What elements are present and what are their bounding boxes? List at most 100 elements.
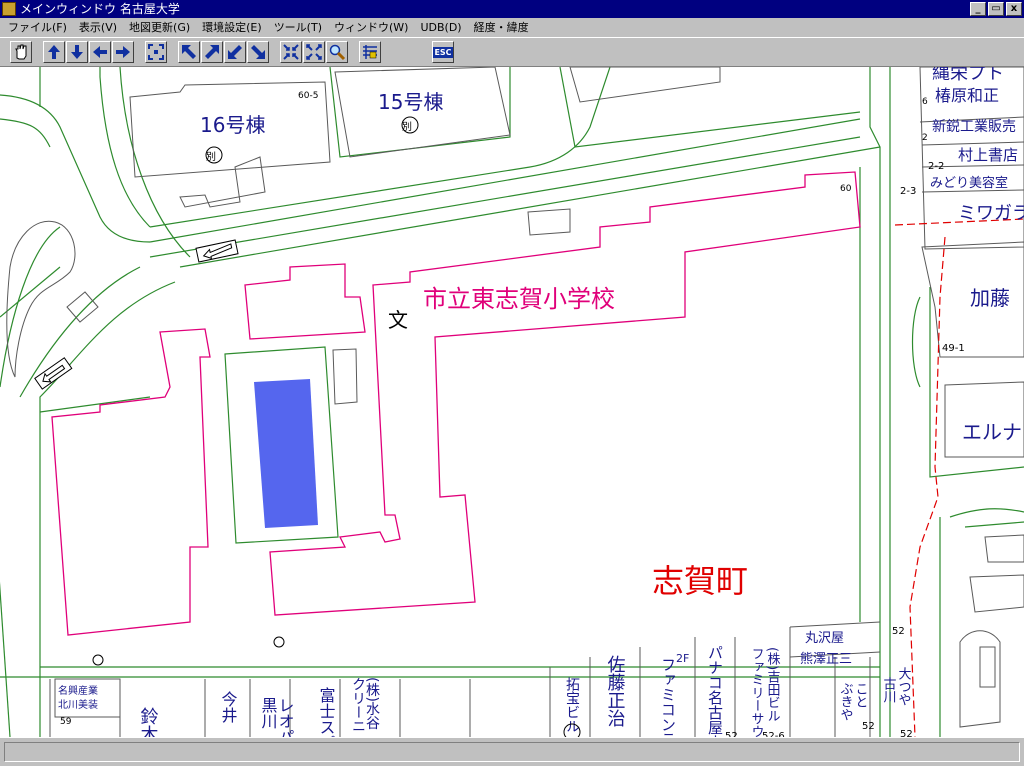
center-button[interactable] bbox=[145, 41, 167, 63]
bun-symbol-label: 文 bbox=[388, 308, 408, 332]
num-60-label: 60 bbox=[840, 184, 852, 194]
zoom-out-icon bbox=[283, 44, 299, 60]
arrow-left-icon bbox=[93, 46, 107, 58]
window-title: メインウィンドウ 名古屋大学 bbox=[20, 2, 180, 16]
num-2-3-label: 2-3 bbox=[900, 186, 916, 197]
arrow-up-right-icon bbox=[205, 45, 219, 59]
b14-label: (株)吉田ビル bbox=[765, 647, 781, 722]
menu-view[interactable]: 表示(V) bbox=[73, 18, 123, 37]
num-52c-label: 52 bbox=[900, 729, 913, 737]
district-label: 志賀町 bbox=[652, 562, 748, 600]
b15-label: ファミリーサウンド bbox=[749, 647, 764, 737]
menu-lonlat[interactable]: 経度・緯度 bbox=[468, 18, 535, 37]
zoom-in-icon bbox=[306, 44, 322, 60]
num-59-label: 59 bbox=[60, 717, 72, 727]
b8-label: (株)水谷 bbox=[364, 677, 380, 730]
b9-label: クリーニ bbox=[350, 677, 366, 733]
map-canvas[interactable]: 16号棟 別 15号棟 別 60-5 市立東志賀小学校 文 60 志賀町 縄栄プ… bbox=[0, 67, 1024, 737]
pan-up-left-button[interactable] bbox=[178, 41, 200, 63]
title-bar: メインウィンドウ 名古屋大学 _ ▭ x bbox=[0, 0, 1024, 18]
minimize-button[interactable]: _ bbox=[970, 2, 986, 16]
zoom-out-button[interactable] bbox=[280, 41, 302, 63]
map-view[interactable]: 16号棟 別 15号棟 別 60-5 市立東志賀小学校 文 60 志賀町 縄栄プ… bbox=[0, 67, 1024, 737]
pan-left-button[interactable] bbox=[89, 41, 111, 63]
pan-right-button[interactable] bbox=[112, 41, 134, 63]
menu-tools[interactable]: ツール(T) bbox=[268, 18, 328, 37]
shop-5-label: みどり美容室 bbox=[930, 175, 1008, 191]
status-bar bbox=[0, 737, 1024, 766]
num-60-5-label: 60-5 bbox=[298, 91, 318, 101]
pan-up-button[interactable] bbox=[43, 41, 65, 63]
hand-tool-button[interactable] bbox=[10, 41, 32, 63]
shop-2-label: 椿原和正 bbox=[935, 86, 999, 105]
shop-3-label: 新鋭工業販売 bbox=[932, 119, 1016, 135]
num-2f-label: 2F bbox=[676, 652, 689, 665]
school-name-label: 市立東志賀小学校 bbox=[423, 285, 615, 313]
status-panel bbox=[4, 742, 1020, 762]
arrow-down-right-icon bbox=[251, 45, 265, 59]
shop-6-label: ミワガラ bbox=[958, 203, 1024, 224]
arrow-up-left-icon bbox=[182, 45, 196, 59]
app-icon bbox=[2, 2, 16, 16]
betsu-2-label: 別 bbox=[402, 121, 412, 133]
toolbar: ESC bbox=[0, 37, 1024, 67]
center-icon bbox=[148, 44, 164, 60]
escape-button[interactable]: ESC bbox=[432, 41, 454, 63]
window-controls: _ ▭ x bbox=[970, 2, 1022, 16]
menu-file[interactable]: ファイル(F) bbox=[2, 18, 73, 37]
search-button[interactable] bbox=[326, 41, 348, 63]
hand-icon bbox=[15, 44, 27, 60]
b13-label: パナコ名古屋本店 bbox=[706, 645, 724, 737]
road-lines bbox=[0, 67, 1024, 737]
building16-label: 16号棟 bbox=[200, 113, 265, 137]
pan-down-button[interactable] bbox=[66, 41, 88, 63]
shop-7-label: 加藤 bbox=[970, 286, 1010, 310]
main-window: メインウィンドウ 名古屋大学 _ ▭ x ファイル(F) 表示(V) 地図更新(… bbox=[0, 0, 1024, 766]
betsu-1-label: 別 bbox=[206, 151, 216, 163]
menu-settings[interactable]: 環境設定(E) bbox=[196, 18, 268, 37]
map-markers bbox=[92, 636, 285, 666]
map-labels: 16号棟 別 15号棟 別 60-5 市立東志賀小学校 文 60 志賀町 縄栄プ… bbox=[58, 67, 1024, 737]
arrow-down-icon bbox=[71, 45, 83, 59]
esc-icon: ESC bbox=[433, 46, 453, 58]
num-49-1-label: 49-1 bbox=[942, 343, 965, 354]
close-button[interactable]: x bbox=[1006, 2, 1022, 16]
pan-up-right-button[interactable] bbox=[201, 41, 223, 63]
pan-down-left-button[interactable] bbox=[224, 41, 246, 63]
b3-label: 鈴木 bbox=[138, 707, 159, 737]
num-52b-label: 52 bbox=[862, 721, 875, 732]
num-6-label: 6 bbox=[922, 97, 928, 107]
building-outlines bbox=[6, 67, 1024, 737]
restore-button[interactable]: ▭ bbox=[988, 2, 1004, 16]
arrow-down-left-icon bbox=[228, 45, 242, 59]
shop-4-label: 村上書店 bbox=[958, 146, 1018, 164]
b10-label: 拓宝ビル bbox=[564, 677, 580, 733]
b2-label: 北川美装 bbox=[58, 698, 98, 711]
pan-down-right-button[interactable] bbox=[247, 41, 269, 63]
shop-8-label: エルナ bbox=[962, 420, 1022, 444]
magnifier-icon bbox=[329, 44, 346, 61]
b19-label: ぶきや bbox=[838, 682, 854, 721]
arrow-right-icon bbox=[116, 46, 130, 58]
zoom-in-button[interactable] bbox=[303, 41, 325, 63]
b21-label: 古川 bbox=[881, 677, 897, 703]
layers-button[interactable] bbox=[359, 41, 381, 63]
b7-label: 富士スプリング bbox=[317, 687, 336, 737]
b17-label: 熊澤正三 bbox=[800, 651, 852, 667]
num-2-2-label: 2-2 bbox=[928, 161, 944, 172]
building15-label: 15号棟 bbox=[378, 90, 443, 114]
shop-1-label: 縄栄プト bbox=[932, 67, 1004, 84]
b4-label: 今井 bbox=[219, 691, 238, 723]
menu-map-update[interactable]: 地図更新(G) bbox=[123, 18, 196, 37]
menu-window[interactable]: ウィンドウ(W) bbox=[328, 18, 414, 37]
menu-udb[interactable]: UDB(D) bbox=[414, 18, 467, 37]
b18-label: こと bbox=[853, 682, 868, 708]
b12-label: ファミコンランド bbox=[659, 657, 677, 737]
b16-label: 丸沢屋 bbox=[805, 631, 844, 646]
sports-field bbox=[224, 346, 339, 544]
b20-label: 大つや bbox=[896, 667, 912, 706]
b6-label: レオパ bbox=[276, 697, 295, 737]
menu-bar: ファイル(F) 表示(V) 地図更新(G) 環境設定(E) ツール(T) ウィン… bbox=[0, 18, 1024, 37]
b1-label: 名興産業 bbox=[58, 684, 98, 697]
arrow-up-icon bbox=[48, 45, 60, 59]
